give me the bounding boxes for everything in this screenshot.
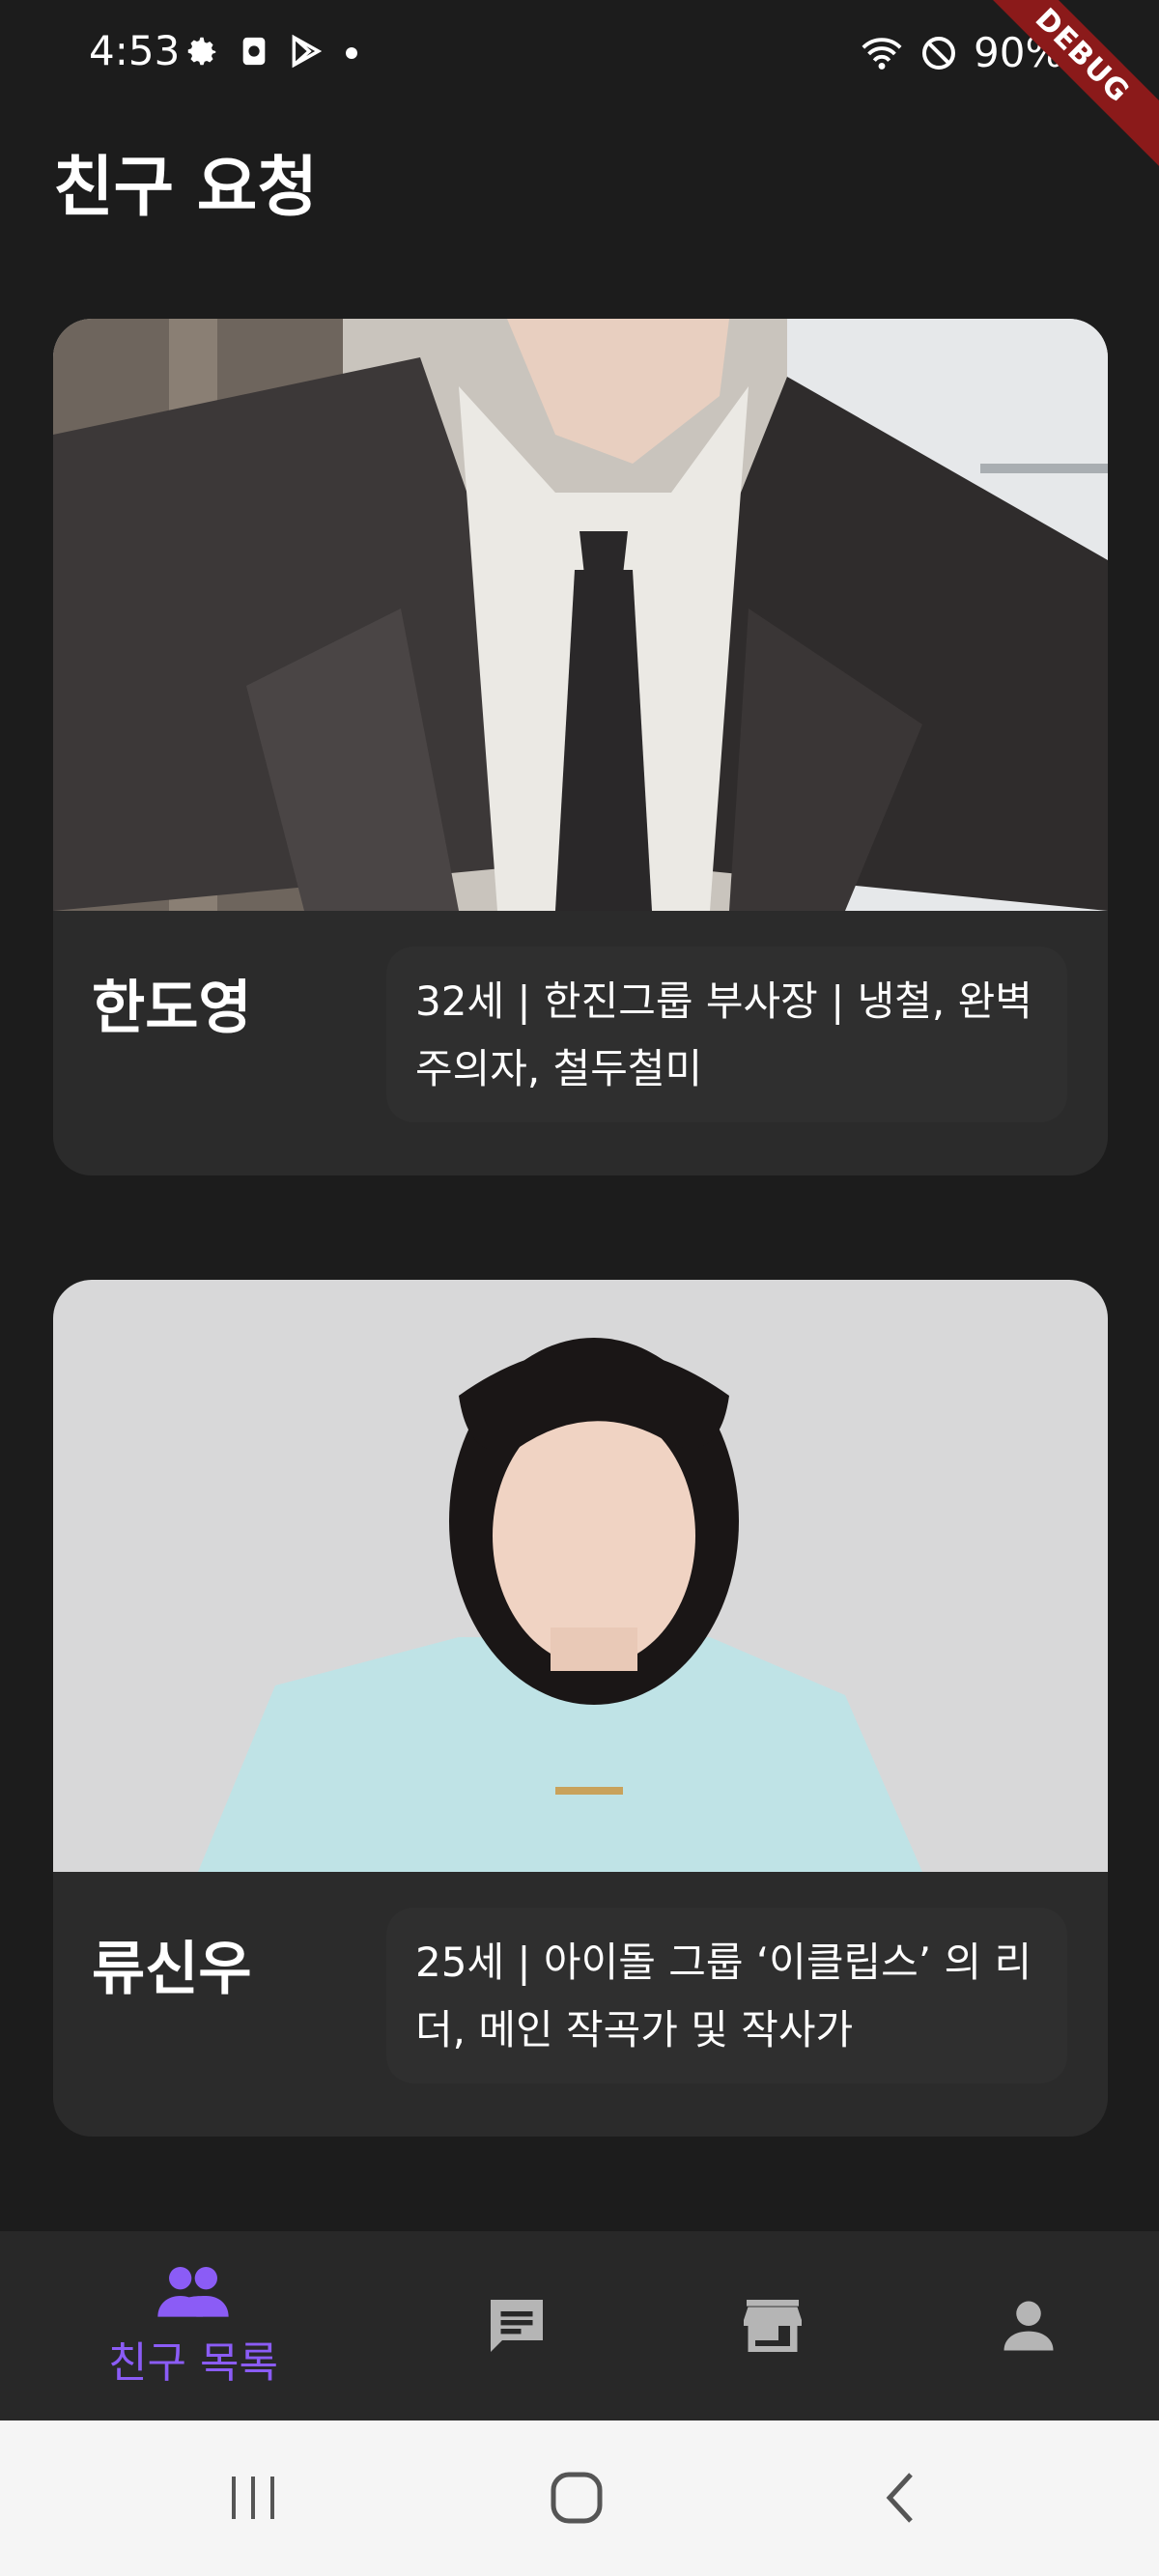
recent-apps-icon (232, 2477, 274, 2519)
nav-store[interactable] (700, 2231, 845, 2420)
friend-request-card[interactable]: 한도영 32세 | 한진그룹 부사장 | 냉철, 완벽주의자, 철두철미 (53, 319, 1108, 1175)
status-bar: 4:53 90% DEBUG (0, 0, 1159, 176)
home-button[interactable] (548, 2469, 606, 2531)
notification-dot-icon (346, 47, 357, 59)
friend-description: 25세 | 아이돌 그룹 ‘이클립스’ 의 리더, 메인 작곡가 및 작사가 (386, 1908, 1067, 2083)
people-icon (157, 2267, 229, 2317)
person-icon (1004, 2301, 1054, 2351)
friend-name: 류신우 (92, 1936, 252, 2003)
friend-name: 한도영 (92, 975, 252, 1042)
nav-profile[interactable] (956, 2231, 1101, 2420)
profile-photo (53, 319, 1108, 911)
nav-chat[interactable] (444, 2231, 589, 2420)
settings-icon (187, 37, 216, 66)
back-button[interactable] (872, 2469, 930, 2531)
do-not-disturb-icon (922, 36, 955, 70)
status-time: 4:53 (89, 27, 181, 74)
recent-apps-button[interactable] (224, 2469, 282, 2531)
debug-banner: DEBUG (962, 0, 1159, 176)
back-icon (886, 2473, 913, 2523)
play-store-icon (292, 34, 323, 69)
wifi-icon (862, 37, 902, 70)
friend-description: 32세 | 한진그룹 부사장 | 냉철, 완벽주의자, 철두철미 (386, 947, 1067, 1122)
chat-icon (491, 2300, 543, 2352)
friend-request-card[interactable]: 류신우 25세 | 아이돌 그룹 ‘이클립스’ 의 리더, 메인 작곡가 및 작… (53, 1280, 1108, 2137)
nav-friends-list[interactable]: 친구 목록 (87, 2231, 299, 2420)
status-icons-left (184, 33, 361, 70)
page-title: 친구 요청 (53, 150, 318, 226)
home-icon (551, 2472, 603, 2524)
nav-friends-label: 친구 목록 (108, 2338, 278, 2388)
system-navigation-bar (0, 2420, 1159, 2576)
sim-card-icon (242, 37, 266, 66)
profile-photo (53, 1280, 1108, 1872)
store-icon (744, 2300, 802, 2352)
bottom-navigation: 친구 목록 (0, 2231, 1159, 2420)
